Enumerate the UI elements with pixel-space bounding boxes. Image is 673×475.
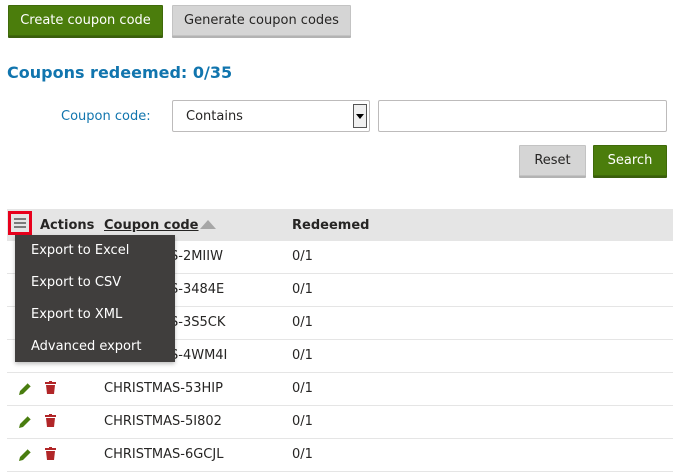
search-button[interactable]: Search <box>593 145 667 176</box>
redeemed-cell: 0/1 <box>292 249 313 264</box>
hamburger-icon[interactable] <box>8 211 32 235</box>
trash-icon[interactable] <box>45 447 56 460</box>
redeemed-cell: 0/1 <box>292 282 313 297</box>
pencil-icon[interactable] <box>19 382 32 395</box>
coupon-code-cell: CHRISTMAS-6GCJL <box>104 447 224 462</box>
coupon-code-filter-input[interactable] <box>378 100 667 132</box>
column-header-redeemed: Redeemed <box>292 218 370 233</box>
redeemed-cell: 0/1 <box>292 381 313 396</box>
caret-down-icon[interactable] <box>353 104 367 128</box>
table-row: CHRISTMAS-6GCJL 0/1 <box>7 439 673 472</box>
redeemed-cell: 0/1 <box>292 447 313 462</box>
export-to-xml-item[interactable]: Export to XML <box>31 307 122 322</box>
coupons-redeemed-heading: Coupons redeemed: 0/35 <box>7 63 233 82</box>
coupon-code-filter-label: Coupon code: <box>61 109 151 124</box>
table-row: CHRISTMAS-5I802 0/1 <box>7 406 673 439</box>
export-to-csv-item[interactable]: Export to CSV <box>31 275 121 290</box>
redeemed-cell: 0/1 <box>292 414 313 429</box>
coupon-code-operator-select[interactable]: Contains <box>172 100 370 132</box>
coupon-code-cell: S-3S5CK <box>170 315 226 330</box>
sort-ascending-icon[interactable] <box>200 220 216 229</box>
trash-icon[interactable] <box>45 381 56 394</box>
generate-coupon-codes-button[interactable]: Generate coupon codes <box>172 5 351 36</box>
trash-icon[interactable] <box>45 414 56 427</box>
coupon-code-cell: CHRISTMAS-5I802 <box>104 414 222 429</box>
advanced-export-item[interactable]: Advanced export <box>31 339 141 354</box>
pencil-icon[interactable] <box>19 415 32 428</box>
coupon-code-cell: S-2MIIW <box>170 249 223 264</box>
coupon-code-cell: CHRISTMAS-53HIP <box>104 381 223 396</box>
table-row: CHRISTMAS-53HIP 0/1 <box>7 373 673 406</box>
redeemed-cell: 0/1 <box>292 348 313 363</box>
pencil-icon[interactable] <box>19 448 32 461</box>
reset-button[interactable]: Reset <box>519 145 586 176</box>
create-coupon-code-button[interactable]: Create coupon code <box>8 5 163 36</box>
redeemed-cell: 0/1 <box>292 315 313 330</box>
column-header-actions: Actions <box>40 218 95 233</box>
export-menu: Export to Excel Export to CSV Export to … <box>15 235 175 362</box>
column-header-coupon-code[interactable]: Coupon code <box>104 218 199 233</box>
coupon-code-cell: S-4WM4I <box>170 348 228 363</box>
export-to-excel-item[interactable]: Export to Excel <box>31 243 129 258</box>
coupon-code-cell: S-3484E <box>170 282 225 297</box>
operator-selected-value: Contains <box>186 108 243 124</box>
